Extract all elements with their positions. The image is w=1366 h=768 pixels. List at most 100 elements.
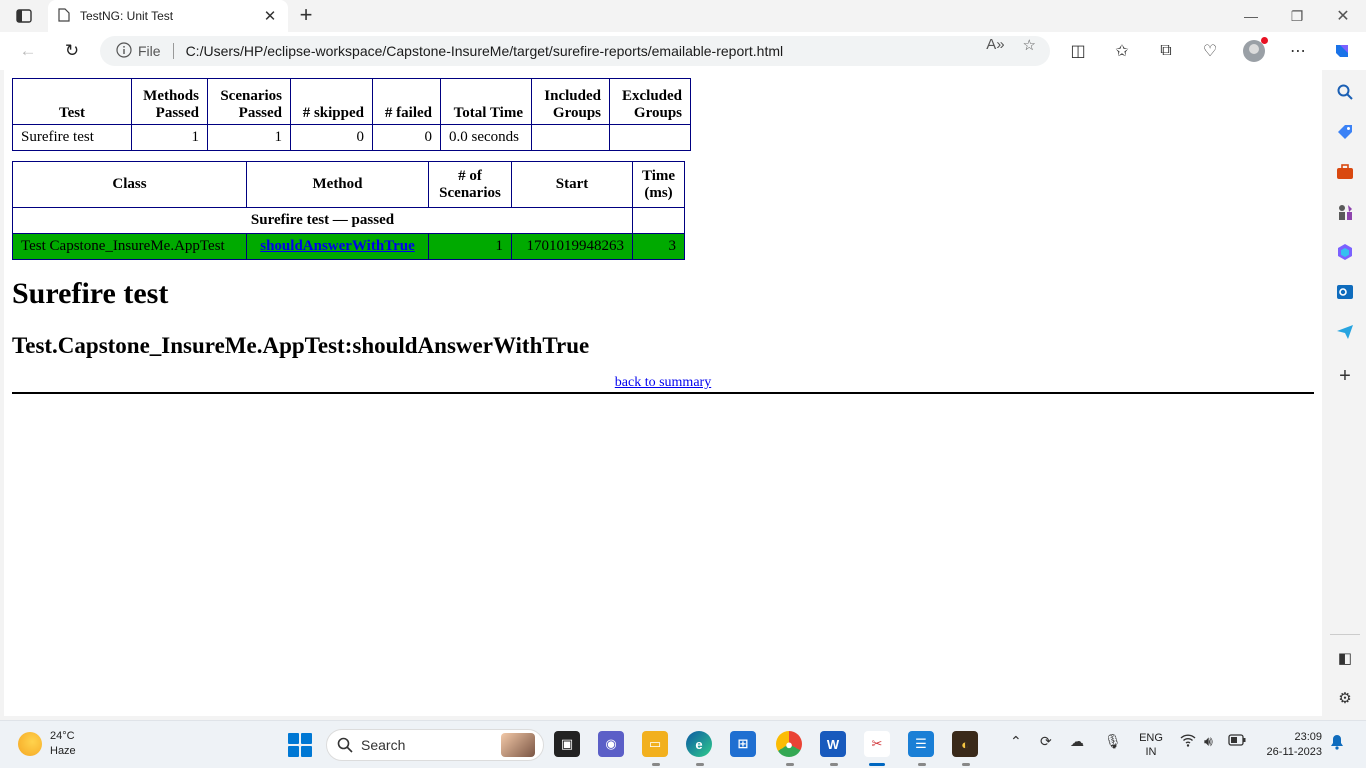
edge-browser-icon[interactable]: e [686, 731, 712, 757]
language-indicator[interactable]: ENG IN [1138, 731, 1164, 759]
collections-icon[interactable]: ⧉ [1152, 38, 1180, 64]
microphone-icon[interactable]: 🎙 [1104, 733, 1122, 750]
taskbar: 24°C Haze Search ▣ ◉ ▭ e ⊞ ● W ✂ ☰ ◐ ⌃ ⟳… [0, 720, 1366, 768]
more-menu-icon[interactable]: ⋯ [1284, 38, 1312, 64]
back-to-summary-link[interactable]: back to summary [615, 375, 711, 390]
method-link[interactable]: shouldAnswerWithTrue [260, 238, 414, 254]
add-icon[interactable]: + [1333, 364, 1357, 388]
notification-bell-icon[interactable] [1330, 734, 1344, 754]
tab-title: TestNG: Unit Test [80, 9, 174, 23]
cell-excluded-groups [609, 124, 691, 151]
search-icon[interactable] [1333, 80, 1357, 104]
page-viewport: Test Methods Passed Scenarios Passed # s… [4, 70, 1322, 716]
running-indicator [830, 763, 838, 766]
cell-total-time: 0.0 seconds [440, 124, 532, 151]
cell-class: Test Capstone_InsureMe.AppTest [12, 233, 247, 260]
col-method: Method [246, 161, 429, 208]
cloud-offline-icon[interactable]: ☁ [1070, 733, 1084, 750]
chevron-up-icon[interactable]: ⌃ [1010, 733, 1022, 750]
col-time-ms: Time (ms) [632, 161, 685, 208]
cell-failed: 0 [372, 124, 441, 151]
volume-icon[interactable]: 🔊︎ [1204, 733, 1213, 750]
col-skipped: # skipped [290, 78, 373, 125]
settings-gear-icon[interactable]: ⚙ [1333, 686, 1357, 710]
method-heading: Test.Capstone_InsureMe.AppTest:shouldAns… [12, 333, 590, 358]
file-explorer-icon[interactable]: ▭ [642, 731, 668, 757]
shopping-tag-icon[interactable] [1333, 120, 1357, 144]
address-separator [172, 43, 174, 59]
cell-scenarios: 1 [428, 233, 512, 260]
battery-icon[interactable] [1228, 733, 1246, 749]
group-row: Surefire test — passed [12, 207, 685, 234]
cell-scenarios-passed: 1 [207, 124, 291, 151]
col-failed: # failed [372, 78, 441, 125]
cell-start: 1701019948263 [511, 233, 633, 260]
col-test: Test [12, 78, 132, 125]
chrome-icon[interactable]: ● [776, 731, 802, 757]
teams-chat-icon[interactable]: ◉ [598, 731, 624, 757]
back-icon[interactable]: ← [14, 38, 42, 64]
snipping-tool-icon[interactable]: ✂ [864, 731, 890, 757]
address-scheme-label: File [138, 43, 161, 59]
microsoft-store-icon[interactable]: ⊞ [730, 731, 756, 757]
language-region: IN [1145, 746, 1157, 758]
eclipse-ide-icon[interactable]: ◐ [952, 731, 978, 757]
active-app-indicator [869, 763, 885, 766]
copilot-icon[interactable] [1328, 38, 1356, 64]
search-label: Search [361, 737, 406, 753]
favorite-star-icon[interactable]: ☆ [1023, 36, 1036, 54]
edge-sidebar: + ◧ ⚙ [1324, 70, 1366, 718]
minimize-icon[interactable]: — [1228, 0, 1274, 32]
favorites-icon[interactable]: ✩ [1108, 38, 1136, 64]
col-scenarios: # of Scenarios [428, 161, 512, 208]
page-icon [58, 7, 70, 25]
emailable-report: Test Methods Passed Scenarios Passed # s… [12, 78, 1314, 394]
browser-essentials-icon[interactable]: ♡ [1196, 38, 1224, 64]
microsoft-365-icon[interactable] [1333, 240, 1357, 264]
weather-condition: Haze [50, 745, 76, 757]
col-class: Class [12, 161, 247, 208]
table-row: Test Capstone_InsureMe.AppTest shouldAns… [12, 233, 685, 260]
tab-actions-icon[interactable] [10, 5, 38, 27]
system-clock[interactable]: 23:09 26-11-2023 [1256, 730, 1322, 760]
tools-briefcase-icon[interactable] [1333, 160, 1357, 184]
running-indicator [786, 763, 794, 766]
new-tab-icon[interactable]: + [294, 4, 318, 28]
task-view-icon[interactable]: ▣ [554, 731, 580, 757]
active-tab[interactable]: TestNG: Unit Test ✕ [48, 0, 288, 32]
address-bar[interactable]: File C:/Users/HP/eclipse-workspace/Capst… [100, 36, 1050, 66]
profile-avatar[interactable] [1240, 37, 1268, 64]
language-code: ENG [1139, 732, 1163, 744]
refresh-icon[interactable]: ↻ [58, 38, 86, 64]
games-icon[interactable] [1333, 200, 1357, 224]
close-window-icon[interactable]: ✕ [1320, 0, 1366, 32]
hide-sidebar-icon[interactable]: ◧ [1333, 646, 1357, 670]
col-start: Start [511, 161, 633, 208]
word-icon[interactable]: W [820, 731, 846, 757]
split-screen-icon[interactable]: ◫ [1064, 38, 1092, 64]
close-tab-icon[interactable]: ✕ [262, 7, 278, 25]
horizontal-rule [12, 391, 1314, 394]
summary-header-row: Test Methods Passed Scenarios Passed # s… [12, 78, 691, 125]
weather-widget[interactable]: 24°C Haze [18, 729, 76, 759]
start-windows-icon[interactable] [288, 733, 312, 757]
notepad-icon[interactable]: ☰ [908, 731, 934, 757]
weather-sun-icon [18, 732, 42, 756]
cell-skipped: 0 [290, 124, 373, 151]
info-icon[interactable] [116, 41, 132, 61]
send-icon[interactable] [1333, 320, 1357, 344]
notification-dot [1261, 37, 1268, 44]
cell-test-name: Surefire test [12, 124, 132, 151]
running-indicator [696, 763, 704, 766]
running-indicator [962, 763, 970, 766]
clock-time: 23:09 [1294, 731, 1322, 743]
outlook-icon[interactable] [1333, 280, 1357, 304]
url-text[interactable]: C:/Users/HP/eclipse-workspace/Capstone-I… [186, 43, 784, 59]
read-aloud-icon[interactable]: A» [986, 36, 1004, 54]
restore-icon[interactable]: ❐ [1274, 0, 1320, 32]
taskbar-search[interactable]: Search [326, 729, 544, 761]
col-methods-passed: Methods Passed [131, 78, 208, 125]
wifi-icon[interactable] [1180, 733, 1196, 750]
sync-icon[interactable]: ⟳ [1040, 733, 1052, 750]
cell-time-ms: 3 [632, 233, 685, 260]
